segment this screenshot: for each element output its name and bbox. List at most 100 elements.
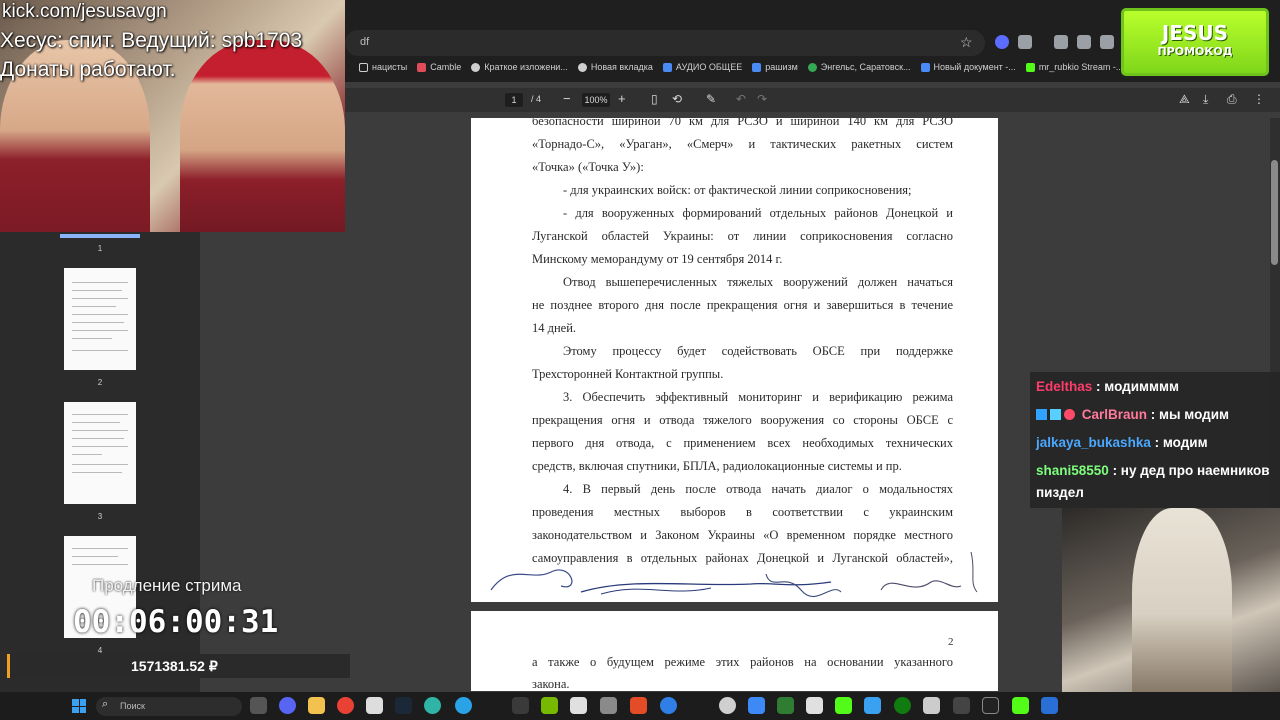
fit-page-icon[interactable]: ▯ xyxy=(651,92,658,106)
map-pin-icon xyxy=(807,62,817,72)
chat-message: Edelthas : модимммм xyxy=(1036,376,1274,398)
redo-icon[interactable]: ↷ xyxy=(757,92,767,106)
signatures xyxy=(490,551,978,597)
translate-icon[interactable] xyxy=(1054,35,1068,49)
terminal-icon[interactable] xyxy=(512,697,529,714)
taskview-icon[interactable] xyxy=(250,697,267,714)
app-icon[interactable] xyxy=(953,697,970,714)
bookmark-star-icon[interactable]: ☆ xyxy=(960,34,973,51)
zoom-in-icon[interactable]: + xyxy=(618,91,626,106)
app-icon[interactable] xyxy=(923,697,940,714)
bookmark-item[interactable]: Camble xyxy=(417,62,461,72)
stream-url: kick.com/jesusavgn xyxy=(2,1,167,22)
chat-username: shani58550 xyxy=(1036,463,1109,478)
zoom-out-icon[interactable]: − xyxy=(563,91,571,106)
steam-icon[interactable] xyxy=(395,697,412,714)
check-icon[interactable] xyxy=(660,697,677,714)
doc-icon xyxy=(752,62,762,72)
chat-message: jalkaya_bukashka : модим xyxy=(1036,432,1274,454)
xbox-icon[interactable] xyxy=(894,697,911,714)
app-icon[interactable] xyxy=(600,697,617,714)
doc-icon xyxy=(920,62,930,72)
extension-icon[interactable] xyxy=(995,35,1009,49)
doc-line: не позднее второго дня после прекращения… xyxy=(532,298,953,312)
bookmark-item[interactable]: АУДИО ОБЩЕЕ xyxy=(662,62,742,72)
bookmark-item[interactable]: Новая вкладка xyxy=(577,62,653,72)
annotate-icon[interactable]: ✎ xyxy=(706,92,716,106)
scrollbar-thumb[interactable] xyxy=(1271,160,1278,265)
promo-badge: JESUS ПРОМОКОД xyxy=(1121,8,1269,76)
badge-icon xyxy=(1036,409,1047,420)
person xyxy=(180,40,345,232)
save-drive-icon[interactable]: ⟁ xyxy=(1179,92,1190,107)
bookmark-label: mr_rubkio Stream -... xyxy=(1038,62,1124,72)
doc-line: «Торнадо-С», «Ураган», «Смерч» и тактиче… xyxy=(532,137,953,151)
undo-icon[interactable]: ↶ xyxy=(736,92,746,106)
app-icon[interactable] xyxy=(630,697,647,714)
person xyxy=(1132,508,1232,720)
discord-icon[interactable] xyxy=(279,697,296,714)
promo-title: JESUS xyxy=(1161,21,1229,45)
bookmark-item[interactable]: Краткое изложени... xyxy=(471,62,568,72)
openai-icon[interactable] xyxy=(719,697,736,714)
app-icon[interactable] xyxy=(777,697,794,714)
app-icon[interactable] xyxy=(982,697,999,714)
bookmark-item[interactable]: нацисты xyxy=(359,62,407,72)
webcam-guest xyxy=(1062,508,1280,720)
telegram-icon[interactable] xyxy=(455,697,472,714)
taskbar-search[interactable] xyxy=(96,697,242,716)
doc-line: проведения местных выборов в соответстви… xyxy=(532,505,953,519)
doc-line: а также о будущем режиме этих районов на… xyxy=(532,655,953,669)
page-number-input[interactable]: 1 xyxy=(505,93,523,107)
app-icon[interactable] xyxy=(806,697,823,714)
edge-icon[interactable] xyxy=(424,697,441,714)
bookmark-item[interactable]: рашизм xyxy=(752,62,798,72)
app-icon[interactable] xyxy=(1012,697,1029,714)
app-icon[interactable] xyxy=(570,697,587,714)
doc-line: 3. Обеспечить эффективный мониторинг и в… xyxy=(563,390,953,404)
app-icon[interactable] xyxy=(835,697,852,714)
puzzle-icon[interactable] xyxy=(1018,35,1032,49)
chat-overlay: Edelthas : модимммм CarlBraun : мы модим… xyxy=(1030,372,1280,508)
globe-icon xyxy=(471,62,481,72)
bookmark-item[interactable]: mr_rubkio Stream -... xyxy=(1025,62,1124,72)
thumbnail-selection xyxy=(60,234,140,238)
print-icon[interactable]: ⎙ xyxy=(1227,92,1237,107)
more-menu-icon[interactable]: ⋮ xyxy=(1253,92,1265,106)
rotate-icon[interactable]: ⟲ xyxy=(672,92,682,106)
thumbnail-number: 1 xyxy=(97,244,103,253)
doc-line: Этому процессу будет содействовать ОБСЕ … xyxy=(563,344,953,358)
stream-extension-label: Продление стрима xyxy=(92,576,242,595)
address-text: df xyxy=(360,36,370,48)
app-icon[interactable] xyxy=(864,697,881,714)
zoom-level-input[interactable]: 100% xyxy=(582,93,610,107)
pdf-page-2: 2 а также о будущем режиме этих районов … xyxy=(471,611,998,691)
thumbnail-page[interactable] xyxy=(64,268,136,370)
doc-line: закона. xyxy=(532,677,570,691)
app-icon[interactable] xyxy=(748,697,765,714)
address-bar[interactable] xyxy=(345,30,985,56)
bookmark-item[interactable]: Энгельс, Саратовск... xyxy=(807,62,911,72)
chrome-icon[interactable] xyxy=(337,697,354,714)
kick-icon xyxy=(1025,62,1035,72)
chat-message: shani58550 : ну дед про наемников пиздел xyxy=(1036,460,1274,504)
bookmark-label: рашизм xyxy=(765,62,798,72)
thumbnail-number: 3 xyxy=(97,512,103,521)
search-placeholder: Поиск xyxy=(120,701,145,711)
chat-message: CarlBraun : мы модим xyxy=(1036,404,1274,426)
page-number: 2 xyxy=(948,636,954,648)
badge-icon xyxy=(1050,409,1061,420)
download-icon[interactable]: ⤓ xyxy=(1203,92,1208,107)
doc-line: первого дня отвода, с применением всех н… xyxy=(532,436,953,450)
file-icon[interactable] xyxy=(366,697,383,714)
link-icon[interactable] xyxy=(1100,35,1114,49)
grid-icon[interactable] xyxy=(1077,35,1091,49)
app-icon[interactable] xyxy=(1041,697,1058,714)
windows-start-icon[interactable] xyxy=(72,699,86,713)
tab-icon xyxy=(577,62,587,72)
nvidia-icon[interactable] xyxy=(541,697,558,714)
doc-line: Трехсторонней Контактной группы. xyxy=(532,367,724,381)
bookmark-item[interactable]: Новый документ -... xyxy=(920,62,1016,72)
thumbnail-page[interactable] xyxy=(64,402,136,504)
folder-icon[interactable] xyxy=(308,697,325,714)
